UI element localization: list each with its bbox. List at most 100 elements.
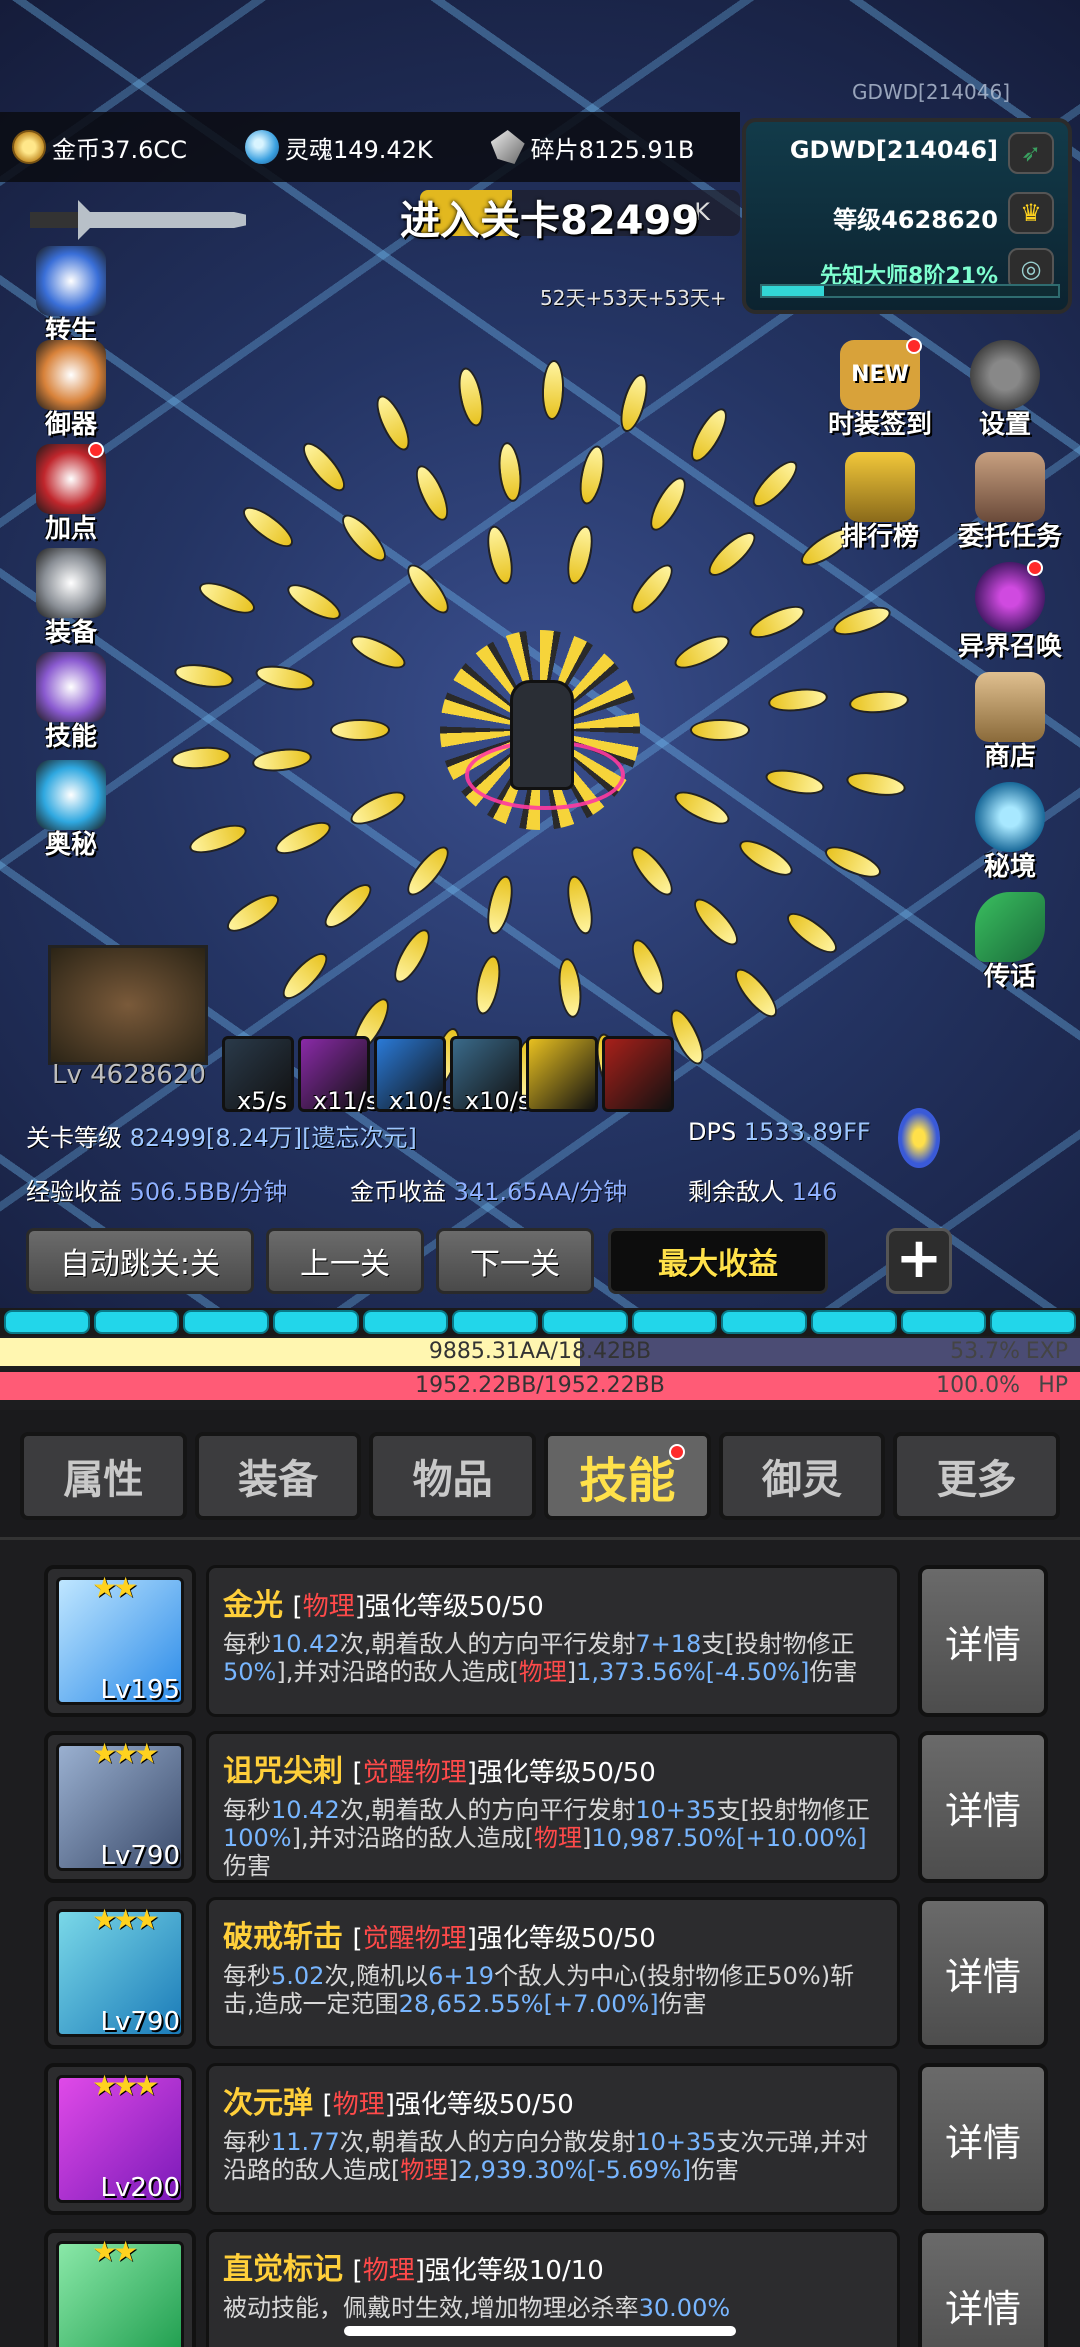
prev-stage-button[interactable]: 上一关 — [266, 1228, 424, 1294]
skill-damage-type: 物理 — [332, 2090, 385, 2120]
skill-details-button[interactable]: 详情 — [918, 1731, 1048, 1883]
blade-projectile — [454, 365, 488, 429]
skill-header: 破戒斩击 [觉醒物理]强化等级50/50 — [223, 1912, 883, 1956]
max-profit-button[interactable]: 最大收益 — [608, 1228, 828, 1294]
skill-icon[interactable]: ★★★ Lv790 — [44, 1897, 196, 2049]
skill-icon[interactable]: ★★★ Lv790 — [44, 1731, 196, 1883]
crown-icon: ♛ — [1008, 192, 1054, 234]
menu-summon[interactable]: 异界召唤 — [950, 560, 1070, 663]
skill-description: 每秒11.77次,朝着敌人的方向分散发射10+35支次元弹,并对沿路的敌人造成[… — [223, 2128, 883, 2184]
menu-skills[interactable]: 技能 — [16, 652, 126, 753]
skill-desc-part: ],并对沿路的敌人造成[ — [276, 1658, 519, 1686]
gold-income-label: 金币收益 — [350, 1178, 446, 1206]
skill-icon[interactable]: ★★ — [44, 2229, 196, 2347]
skill-details-button[interactable]: 详情 — [918, 1565, 1048, 1717]
auto-skip-button[interactable]: 自动跳关:关 — [26, 1228, 254, 1294]
tab-more[interactable]: 更多 — [893, 1432, 1061, 1520]
hp-tag: HP — [1038, 1373, 1068, 1398]
exp-income-value: 506.5BB/分钟 — [129, 1178, 288, 1206]
menu-rebirth[interactable]: 转生 — [16, 246, 126, 347]
skill-desc-part: 物理 — [533, 1824, 582, 1852]
skill-stars: ★★★ — [92, 1737, 159, 1770]
menu-fashion-checkin[interactable]: NEW 时装签到 — [820, 338, 940, 441]
skill-details-button[interactable]: 详情 — [918, 1897, 1048, 2049]
menu-attribute-points[interactable]: 加点 — [16, 442, 126, 545]
gear-icon — [970, 340, 1040, 410]
menu-message[interactable]: 传话 — [950, 892, 1070, 993]
player-panel[interactable]: GDWD[214046] ➶ 等级4628620 ♛ 先知大师8阶21% ◎ — [742, 118, 1072, 314]
menu-secret-realm[interactable]: 秘境 — [950, 782, 1070, 883]
hp-text: 1952.22BB/1952.22BB — [415, 1373, 665, 1398]
portal-icon — [975, 560, 1045, 632]
orb-icon — [975, 782, 1045, 852]
blade-projectile — [767, 686, 830, 715]
soul-amount: 灵魂149.42K — [284, 135, 433, 164]
blade-projectile — [614, 371, 653, 436]
skill-details-button[interactable]: 详情 — [918, 2063, 1048, 2215]
skill-icon[interactable]: ★★ Lv195 — [44, 1565, 196, 1717]
shard-currency: 碎片8125.91B — [490, 130, 694, 165]
skill-desc-part: ] — [581, 1824, 592, 1852]
skill-desc-part: 10+35 — [635, 1796, 717, 1824]
shard-icon — [490, 130, 525, 164]
game-scene[interactable]: GDWD[214046] 金币37.6CC 灵魂149.42K 碎片8125.9… — [0, 0, 1080, 1310]
blade-projectile — [253, 661, 317, 696]
next-stage-button[interactable]: 下一关 — [436, 1228, 594, 1294]
skill-desc-part: 被动技能，佩戴时生效,增加物理必杀率 — [223, 2294, 639, 2322]
armor-icon — [36, 548, 106, 618]
enemies-remaining-value: 146 — [791, 1178, 838, 1206]
skill-icon[interactable]: ★★★ Lv200 — [44, 2063, 196, 2215]
skill-name: 破戒斩击 — [223, 1920, 343, 1955]
skill-slot[interactable]: x10/s — [374, 1036, 454, 1115]
blade-projectile — [763, 764, 827, 799]
skill-enhance-level: ]强化等级10/10 — [414, 2256, 604, 2286]
skill-desc-part: 1,373.56%[-4.50%] — [576, 1658, 810, 1686]
leaf-icon: ➶ — [1008, 132, 1054, 174]
tab-spirits[interactable]: 御灵 — [718, 1432, 886, 1520]
menu-equipment[interactable]: 装备 — [16, 548, 126, 649]
skill-desc-part: 伤害 — [691, 2156, 740, 2184]
skill-slot[interactable]: x10/s — [450, 1036, 530, 1115]
tab-items[interactable]: 物品 — [369, 1432, 537, 1520]
menu-leaderboard[interactable]: 排行榜 — [820, 452, 940, 553]
artifact-icon — [36, 340, 106, 410]
wave-segment — [990, 1310, 1077, 1334]
plus-button[interactable]: + — [886, 1228, 952, 1294]
menu-artifact[interactable]: 御器 — [16, 340, 126, 441]
skill-stars: ★★★ — [92, 1903, 159, 1936]
skill-description: 被动技能，佩戴时生效,增加物理必杀率30.00% — [223, 2294, 883, 2322]
potion-icon[interactable] — [898, 1108, 940, 1168]
skill-level: Lv790 — [100, 2007, 181, 2037]
scroll-icon — [36, 652, 106, 722]
skill-slot[interactable] — [526, 1036, 598, 1112]
menu-mystery[interactable]: 奥秘 — [16, 760, 126, 861]
skill-header: 直觉标记 [物理]强化等级10/10 — [223, 2244, 883, 2288]
skill-stars: ★★ — [92, 1571, 138, 1604]
menu-commission[interactable]: 委托任务 — [950, 452, 1070, 553]
blade-projectile — [624, 840, 680, 902]
blade-projectile — [271, 815, 336, 861]
gold-income-stat: 金币收益 341.65AA/分钟 — [350, 1172, 627, 1207]
menu-settings[interactable]: 设置 — [950, 340, 1060, 441]
skill-desc-part: 10.42 — [271, 1630, 340, 1658]
contract-icon — [975, 452, 1045, 522]
boss-level: Lv 4628620 — [52, 1060, 206, 1090]
blade-projectile — [643, 472, 693, 536]
skill-tag-open: [ — [292, 1592, 303, 1622]
skill-details-button[interactable]: 详情 — [918, 2229, 1048, 2347]
skill-slot[interactable]: x11/s — [298, 1036, 378, 1115]
rebirth-icon — [36, 246, 106, 316]
tab-equipment[interactable]: 装备 — [194, 1432, 362, 1520]
tab-attributes[interactable]: 属性 — [20, 1432, 187, 1520]
skill-slot[interactable] — [602, 1036, 674, 1112]
skill-name: 次元弹 — [223, 2086, 313, 2121]
skill-header: 金光 [物理]强化等级50/50 — [223, 1580, 883, 1624]
skill-slot[interactable]: x5/s — [222, 1036, 294, 1115]
skill-tag: [物理]强化等级50/50 — [293, 1592, 544, 1622]
skill-description: 每秒10.42次,朝着敌人的方向平行发射7+18支[投射物修正 50%],并对沿路… — [223, 1630, 883, 1686]
shop-bag-icon — [975, 672, 1045, 742]
menu-shop[interactable]: 商店 — [950, 672, 1070, 773]
boss-portrait[interactable] — [48, 945, 208, 1065]
skill-damage-type: 物理 — [362, 2256, 415, 2286]
tab-skills[interactable]: 技能 — [544, 1432, 711, 1520]
